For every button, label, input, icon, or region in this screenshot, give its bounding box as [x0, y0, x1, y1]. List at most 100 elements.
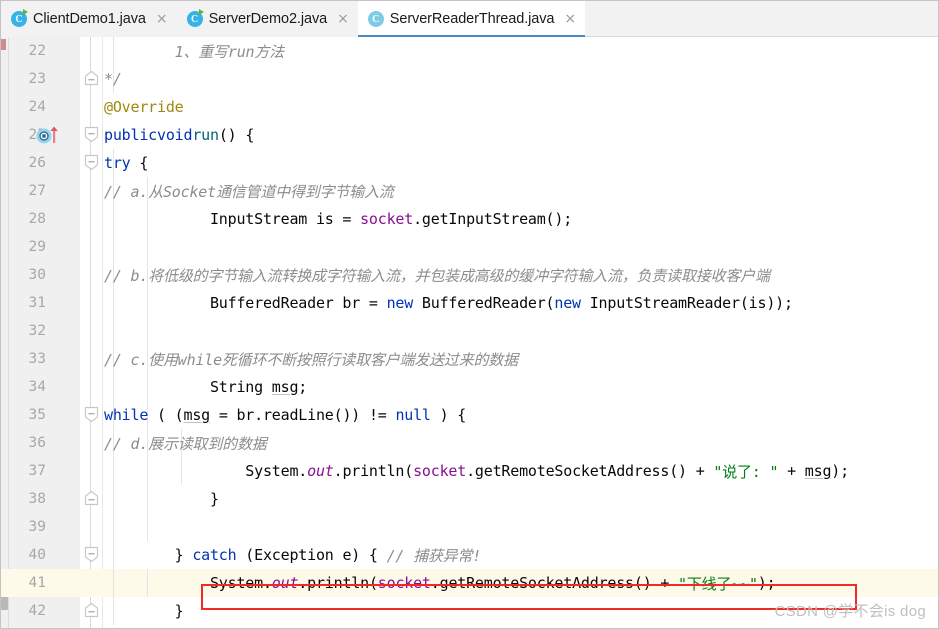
- editor-tab-label: ServerReaderThread.java: [389, 11, 555, 27]
- indent-guide: [147, 233, 149, 261]
- code-line-row[interactable]: 28 InputStream is = socket .getInputStrea…: [1, 205, 938, 233]
- fold-cell: [80, 597, 103, 625]
- fold-end-icon[interactable]: [84, 602, 99, 619]
- code-line-row[interactable]: 39: [1, 513, 938, 541]
- code-text: public void run() {: [104, 126, 255, 144]
- code-line-row[interactable]: 33 // c.使用while死循环不断按照行读取客户端发送过来的数据: [1, 345, 938, 373]
- code-editor-area[interactable]: 22 1、重写run方法23 */24 @Override25 public v…: [1, 37, 938, 628]
- code-text: }: [104, 625, 148, 628]
- line-number: 29: [28, 239, 46, 255]
- indent-guide: [113, 317, 114, 345]
- code-text: // d.展示读取到的数据: [104, 434, 267, 453]
- fold-collapse-icon[interactable]: [84, 126, 99, 143]
- line-number: 34: [28, 379, 46, 395]
- fold-end-icon[interactable]: [84, 490, 99, 507]
- java-class-icon: C: [367, 11, 384, 27]
- fold-cell: [80, 513, 103, 541]
- fold-cell: [80, 345, 103, 373]
- code-text: // b.将低级的字节输入流转换成字符输入流，并包装成高级的缓冲字符输入流，负责…: [104, 266, 770, 285]
- code-text: 1、重写run方法: [104, 42, 285, 61]
- line-number: 22: [28, 43, 46, 59]
- code-text: System. out .println(socket .getRemoteSocke…: [104, 462, 849, 481]
- code-text: */: [104, 70, 122, 88]
- line-number: 33: [28, 351, 46, 367]
- code-text: // a.从Socket通信管道中得到字节输入流: [104, 182, 394, 201]
- code-text: try {: [104, 154, 149, 172]
- code-line-row[interactable]: 23 */: [1, 65, 938, 93]
- code-line-row[interactable]: 38 }: [1, 485, 938, 513]
- code-text: } catch (Exception e) { // 捕获异常!: [104, 546, 482, 565]
- code-line-row[interactable]: 34 String msg;: [1, 373, 938, 401]
- line-number: 39: [28, 519, 46, 535]
- code-line-row[interactable]: 30 // b.将低级的字节输入流转换成字符输入流，并包装成高级的缓冲字符输入流…: [1, 261, 938, 289]
- line-number: 38: [28, 491, 46, 507]
- code-text: System. out .println(socket .getRemoteSocke…: [104, 574, 776, 593]
- code-line-row[interactable]: 25 public void run() {: [1, 121, 938, 149]
- fold-cell: [80, 149, 103, 177]
- code-text: }: [104, 602, 184, 620]
- java-class-icon-letter: C: [367, 11, 384, 27]
- code-line-row[interactable]: 43 }: [1, 625, 938, 628]
- editor-tab-serverreaderthread[interactable]: C ServerReaderThread.java ×: [357, 1, 586, 37]
- close-icon[interactable]: ×: [337, 12, 349, 26]
- fold-cell: [80, 93, 103, 121]
- ide-editor-window: C ClientDemo1.java × C ServerDemo2.java …: [0, 0, 939, 629]
- fold-cell: [80, 121, 103, 149]
- code-line-row[interactable]: 24 @Override: [1, 93, 938, 121]
- fold-cell: [80, 485, 103, 513]
- fold-cell: [80, 429, 103, 457]
- editor-tab-clientdemo1[interactable]: C ClientDemo1.java ×: [1, 1, 177, 37]
- code-line-row[interactable]: 31 BufferedReader br = new BufferedReade…: [1, 289, 938, 317]
- close-icon[interactable]: ×: [156, 12, 168, 26]
- fold-cell: [80, 233, 103, 261]
- line-number: 35: [28, 407, 46, 423]
- indent-guide: [113, 513, 114, 541]
- line-number: 31: [28, 295, 46, 311]
- fold-cell: [80, 457, 103, 485]
- code-line-row[interactable]: 37 System. out .println(socket .getRemoteSo…: [1, 457, 938, 485]
- fold-end-icon[interactable]: [84, 70, 99, 87]
- fold-collapse-icon[interactable]: [84, 546, 99, 563]
- fold-collapse-icon[interactable]: [84, 154, 99, 171]
- code-text: InputStream is = socket .getInputStream()…: [104, 210, 573, 228]
- code-text: String msg;: [104, 378, 308, 396]
- code-line-row[interactable]: 41 System. out .println(socket .getRemoteSo…: [1, 569, 938, 597]
- editor-tab-label: ClientDemo1.java: [33, 11, 146, 27]
- code-line-row[interactable]: 32: [1, 317, 938, 345]
- line-number: 43: [9, 625, 72, 628]
- code-line-row[interactable]: 35 while ( (msg = br.readLine()) != null…: [1, 401, 938, 429]
- line-number: 24: [28, 99, 46, 115]
- code-line-row[interactable]: 36 // d.展示读取到的数据: [1, 429, 938, 457]
- code-text: while ( (msg = br.readLine()) != null ) …: [104, 406, 467, 424]
- fold-cell: [80, 261, 103, 289]
- line-number: 37: [28, 463, 46, 479]
- line-number: 23: [28, 71, 46, 87]
- line-number: 30: [28, 267, 46, 283]
- code-text: }: [104, 490, 219, 508]
- fold-cell: [80, 373, 103, 401]
- close-icon[interactable]: ×: [564, 12, 576, 26]
- code-line-row[interactable]: 27 // a.从Socket通信管道中得到字节输入流: [1, 177, 938, 205]
- fold-cell: [80, 289, 103, 317]
- editor-tab-serverdemo2[interactable]: C ServerDemo2.java ×: [176, 1, 358, 37]
- editor-tab-label: ServerDemo2.java: [208, 11, 328, 27]
- code-line-row[interactable]: 29: [1, 233, 938, 261]
- code-line-row[interactable]: 22 1、重写run方法: [1, 37, 938, 65]
- line-number: 36: [28, 435, 46, 451]
- code-line-row[interactable]: 26 try {: [1, 149, 938, 177]
- fold-collapse-icon[interactable]: [84, 406, 99, 423]
- line-number: 41: [9, 569, 72, 597]
- code-text: // c.使用while死循环不断按照行读取客户端发送过来的数据: [104, 350, 518, 369]
- fold-cell: [80, 625, 103, 628]
- indent-guide: [147, 513, 149, 541]
- fold-cell: [80, 569, 103, 597]
- code-line-row[interactable]: 40 } catch (Exception e) { // 捕获异常!: [1, 541, 938, 569]
- fold-cell: [80, 401, 103, 429]
- line-number: 40: [28, 547, 46, 563]
- overriding-method-icon[interactable]: [36, 126, 62, 144]
- fold-cell: [80, 541, 103, 569]
- fold-cell: [80, 65, 103, 93]
- run-marker-icon: [23, 9, 28, 15]
- code-text: BufferedReader br = new BufferedReader(n…: [104, 294, 793, 312]
- run-marker-icon: [198, 9, 204, 15]
